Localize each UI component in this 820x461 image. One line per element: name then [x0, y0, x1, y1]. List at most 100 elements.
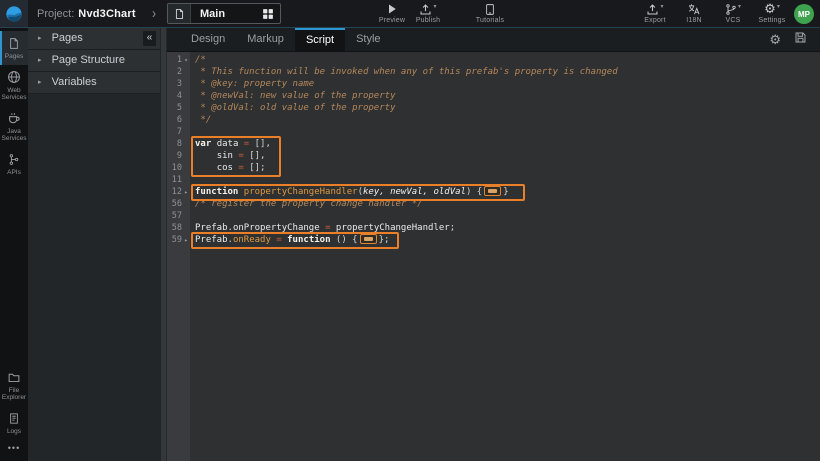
- line-number: 6: [167, 115, 190, 125]
- tab-script[interactable]: Script: [295, 28, 345, 51]
- line-number: 8: [167, 139, 190, 149]
- gear-icon: ⚙▾: [764, 2, 780, 16]
- branch-icon: ▾: [725, 2, 741, 16]
- folder-icon: [7, 370, 21, 385]
- preview-button[interactable]: Preview: [376, 2, 408, 24]
- settings-button[interactable]: ⚙▾ Settings: [756, 2, 788, 24]
- line-number: 11: [167, 175, 190, 185]
- code-line: 58 Prefab.onPropertyChange = propertyCha…: [167, 222, 820, 234]
- wavemaker-logo[interactable]: [0, 0, 28, 28]
- fold-open-icon[interactable]: ▾: [182, 57, 190, 64]
- code-line: 12▸ function propertyChangeHandler(key, …: [167, 186, 820, 198]
- pages-panel: ▸ Pages « ▸ Page Structure ▸ Variables: [28, 28, 160, 461]
- breadcrumb-chevron-icon[interactable]: ›: [152, 0, 156, 32]
- doc-icon: [8, 411, 20, 426]
- code-line: 3 * @key: property name: [167, 78, 820, 90]
- line-number: 3: [167, 79, 190, 89]
- panel-collapse-button[interactable]: «: [143, 31, 156, 46]
- globe-icon: [7, 70, 21, 85]
- translate-icon: [687, 2, 701, 16]
- code-line: 4 * @newVal: new value of the property: [167, 90, 820, 102]
- code-line: 1▾ /*: [167, 54, 820, 66]
- save-button[interactable]: [794, 28, 807, 51]
- code-line: 11: [167, 174, 820, 186]
- main-area: DesignMarkupScriptStyle ⚙ 1▾ /* 2 * This…: [167, 28, 820, 461]
- script-settings-button[interactable]: ⚙: [769, 28, 781, 51]
- line-number: 10: [167, 163, 190, 173]
- line-number: 5: [167, 103, 190, 113]
- page-selector-value: Main: [191, 8, 262, 20]
- dock-item-java-services[interactable]: Java Services: [0, 106, 28, 147]
- code-line: 56 /* register the property change handl…: [167, 198, 820, 210]
- chevron-right-icon: ▸: [38, 35, 42, 42]
- grid-view-icon[interactable]: [262, 8, 274, 20]
- code-editor[interactable]: 1▾ /* 2 * This function will be invoked …: [167, 52, 820, 461]
- page-icon: [8, 36, 20, 51]
- line-number: 9: [167, 151, 190, 161]
- upload-icon: ▾: [419, 2, 436, 16]
- tab-style[interactable]: Style: [345, 28, 391, 51]
- tab-markup[interactable]: Markup: [236, 28, 295, 51]
- dock-more-button[interactable]: •••: [8, 439, 20, 457]
- gear-icon: ⚙: [769, 31, 781, 49]
- line-number: 12▸: [167, 187, 190, 197]
- vcs-button[interactable]: ▾ VCS: [717, 2, 749, 24]
- wave-logo-icon: [5, 5, 23, 23]
- dock-item-logs[interactable]: Logs: [0, 406, 28, 440]
- topbar-actions-left: Preview ▾ Publish Tutorials: [376, 2, 506, 24]
- play-icon: [386, 2, 398, 16]
- code-line: 2 * This function will be invoked when a…: [167, 66, 820, 78]
- wavemaker-studio-window: Project:Nvd3Chart › Main Preview ▾ Publi…: [0, 0, 820, 461]
- left-dock: Pages Web Services Java Services APIs Fi…: [0, 28, 28, 461]
- save-icon: [794, 31, 807, 49]
- code-line: 5 * @oldVal: old value of the property: [167, 102, 820, 114]
- project-label: Project:Nvd3Chart: [37, 0, 136, 28]
- caret-down-icon: ▾: [738, 3, 741, 10]
- editor-tabbar: DesignMarkupScriptStyle ⚙: [167, 28, 820, 52]
- upload-icon: ▾: [646, 2, 663, 16]
- collapsed-code-widget[interactable]: [360, 234, 377, 244]
- panel-section-page-structure[interactable]: ▸ Page Structure: [28, 50, 160, 72]
- line-number: 2: [167, 67, 190, 77]
- dock-item-apis[interactable]: APIs: [0, 147, 28, 181]
- line-number: 57: [167, 211, 190, 221]
- line-number: 1▾: [167, 55, 190, 65]
- dock-item-file-explorer[interactable]: File Explorer: [0, 365, 28, 406]
- code-line: 57: [167, 210, 820, 222]
- user-avatar[interactable]: MP: [794, 4, 814, 24]
- code-line: 9 sin = [],: [167, 150, 820, 162]
- code-line: 10 cos = [];: [167, 162, 820, 174]
- project-name: Nvd3Chart: [78, 8, 135, 20]
- code-line: 7: [167, 126, 820, 138]
- collapsed-code-widget[interactable]: [484, 186, 501, 196]
- line-number: 7: [167, 127, 190, 137]
- page-file-icon: [168, 4, 191, 23]
- panel-section-pages[interactable]: ▸ Pages «: [28, 28, 160, 50]
- i18n-button[interactable]: I18N: [678, 2, 710, 24]
- topbar: Project:Nvd3Chart › Main Preview ▾ Publi…: [0, 0, 820, 28]
- code-line: 59▸ Prefab.onReady = function () {};: [167, 234, 820, 246]
- line-number: 56: [167, 199, 190, 209]
- line-number: 4: [167, 91, 190, 101]
- panel-section-variables[interactable]: ▸ Variables: [28, 72, 160, 94]
- line-number: 59▸: [167, 235, 190, 245]
- dock-item-web-services[interactable]: Web Services: [0, 65, 28, 106]
- chevron-right-icon: ▸: [38, 79, 42, 86]
- coffee-icon: [7, 111, 21, 126]
- page-selector[interactable]: Main: [167, 3, 281, 24]
- tab-design[interactable]: Design: [180, 28, 236, 51]
- chevron-right-icon: ▸: [38, 57, 42, 64]
- fold-closed-icon[interactable]: ▸: [182, 237, 190, 244]
- dock-item-pages[interactable]: Pages: [0, 31, 28, 65]
- tutorials-button[interactable]: Tutorials: [474, 2, 506, 24]
- publish-button[interactable]: ▾ Publish: [412, 2, 444, 24]
- caret-down-icon: ▾: [777, 3, 780, 10]
- panel-resize-handle[interactable]: [160, 28, 167, 461]
- code-line: 6 */: [167, 114, 820, 126]
- line-number: 58: [167, 223, 190, 233]
- fold-closed-icon[interactable]: ▸: [182, 189, 190, 196]
- code-line: 8 var data = [],: [167, 138, 820, 150]
- export-button[interactable]: ▾ Export: [639, 2, 671, 24]
- caret-down-icon: ▾: [433, 3, 436, 10]
- caret-down-icon: ▾: [660, 3, 663, 10]
